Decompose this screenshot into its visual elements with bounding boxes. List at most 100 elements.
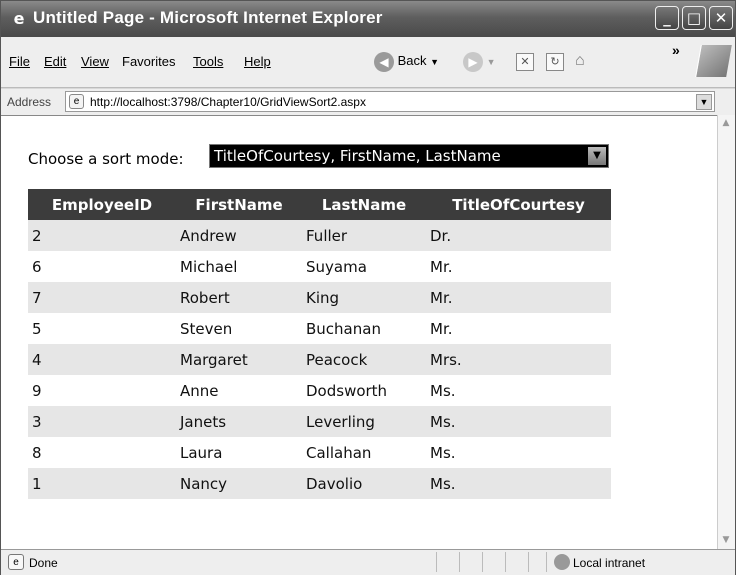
cell-title: Mr. bbox=[426, 282, 611, 313]
vertical-scrollbar[interactable]: ▲ ▼ bbox=[717, 115, 735, 549]
table-row: 7 Robert King Mr. bbox=[28, 282, 611, 313]
table-row: 5 Steven Buchanan Mr. bbox=[28, 313, 611, 344]
window-title: Untitled Page - Microsoft Internet Explo… bbox=[33, 8, 383, 27]
cell-title: Ms. bbox=[430, 443, 456, 462]
status-divider bbox=[528, 552, 529, 572]
cell-firstname: Laura bbox=[180, 443, 223, 462]
browser-window: e Untitled Page - Microsoft Internet Exp… bbox=[0, 0, 736, 575]
cell-title: Dr. bbox=[426, 220, 611, 251]
minimize-button[interactable]: _ bbox=[655, 6, 679, 30]
cell-lastname: Leverling bbox=[302, 406, 426, 437]
table-row: 8 Laura Callahan Ms. bbox=[28, 437, 611, 468]
toolbar-more-button[interactable]: » bbox=[672, 42, 680, 58]
page-content: Choose a sort mode: TitleOfCourtesy, Fir… bbox=[1, 115, 718, 550]
refresh-button[interactable]: ↻ bbox=[546, 48, 564, 74]
status-divider bbox=[546, 552, 547, 572]
grid-header-row: EmployeeID FirstName LastName TitleOfCou… bbox=[28, 189, 611, 220]
cell-firstname: Margaret bbox=[176, 344, 302, 375]
cell-title: Mr. bbox=[430, 257, 453, 276]
cell-lastname: Callahan bbox=[306, 443, 372, 462]
intranet-zone-icon bbox=[554, 554, 570, 570]
home-button[interactable]: ⌂ bbox=[575, 48, 585, 74]
address-url: http://localhost:3798/Chapter10/GridView… bbox=[90, 95, 366, 109]
sort-mode-select[interactable]: TitleOfCourtesy, FirstName, LastName ▼ bbox=[209, 144, 609, 168]
status-divider bbox=[459, 552, 460, 572]
employee-grid: EmployeeID FirstName LastName TitleOfCou… bbox=[28, 189, 611, 499]
address-dropdown-icon[interactable]: ▼ bbox=[696, 94, 712, 110]
cell-firstname: Robert bbox=[176, 282, 302, 313]
forward-button[interactable]: ▶ ▼ bbox=[463, 48, 496, 74]
column-header-lastname[interactable]: LastName bbox=[302, 189, 426, 220]
cell-title: Ms. bbox=[430, 381, 456, 400]
close-button[interactable]: ✕ bbox=[709, 6, 733, 30]
cell-lastname: Suyama bbox=[306, 257, 367, 276]
cell-title: Ms. bbox=[426, 406, 611, 437]
cell-firstname: Janets bbox=[176, 406, 302, 437]
menu-view[interactable]: View bbox=[81, 54, 109, 69]
cell-title: Mrs. bbox=[426, 344, 611, 375]
cell-firstname: Michael bbox=[180, 257, 238, 276]
cell-lastname: Buchanan bbox=[306, 319, 381, 338]
cell-title: Mr. bbox=[430, 319, 453, 338]
ie-logo-icon: e bbox=[13, 9, 25, 28]
cell-lastname: Peacock bbox=[302, 344, 426, 375]
page-done-icon: e bbox=[8, 554, 24, 570]
back-arrow-icon: ◀ bbox=[374, 51, 394, 72]
address-input[interactable]: e http://localhost:3798/Chapter10/GridVi… bbox=[65, 91, 715, 112]
cell-employeeid: 4 bbox=[28, 344, 176, 375]
status-text: Done bbox=[29, 556, 58, 570]
table-row: 1 Nancy Davolio Ms. bbox=[28, 468, 611, 499]
column-header-titleofcourtesy[interactable]: TitleOfCourtesy bbox=[426, 189, 611, 220]
back-button[interactable]: ◀ Back ▼ bbox=[374, 48, 439, 74]
page-icon: e bbox=[69, 94, 84, 109]
cell-employeeid: 2 bbox=[28, 220, 176, 251]
cell-title: Ms. bbox=[426, 468, 611, 499]
cell-firstname: Andrew bbox=[176, 220, 302, 251]
scroll-down-icon[interactable]: ▼ bbox=[718, 532, 734, 549]
cell-firstname: Steven bbox=[180, 319, 233, 338]
scroll-up-icon[interactable]: ▲ bbox=[718, 115, 734, 132]
cell-employeeid: 1 bbox=[28, 468, 176, 499]
cell-employeeid: 8 bbox=[32, 443, 42, 462]
sort-mode-value: TitleOfCourtesy, FirstName, LastName bbox=[214, 147, 501, 165]
cell-lastname: Davolio bbox=[302, 468, 426, 499]
menu-edit[interactable]: Edit bbox=[44, 54, 66, 69]
cell-lastname: Dodsworth bbox=[306, 381, 388, 400]
status-bar: e Done Local intranet bbox=[1, 549, 735, 575]
address-bar: Address e http://localhost:3798/Chapter1… bbox=[1, 89, 735, 116]
cell-lastname: King bbox=[302, 282, 426, 313]
table-row: 2 Andrew Fuller Dr. bbox=[28, 220, 611, 251]
chevron-down-icon[interactable]: ▼ bbox=[588, 147, 606, 165]
menu-file[interactable]: File bbox=[9, 54, 30, 69]
status-divider bbox=[482, 552, 483, 572]
menu-help[interactable]: Help bbox=[244, 54, 271, 69]
stop-button[interactable]: ✕ bbox=[516, 48, 534, 74]
sort-mode-label: Choose a sort mode: bbox=[28, 150, 184, 168]
security-zone-label: Local intranet bbox=[573, 556, 646, 570]
column-header-firstname[interactable]: FirstName bbox=[176, 189, 302, 220]
forward-arrow-icon: ▶ bbox=[463, 51, 483, 72]
cell-firstname: Anne bbox=[180, 381, 219, 400]
status-divider bbox=[505, 552, 506, 572]
cell-employeeid: 3 bbox=[28, 406, 176, 437]
cell-employeeid: 5 bbox=[32, 319, 42, 338]
cell-employeeid: 6 bbox=[32, 257, 42, 276]
title-bar: e Untitled Page - Microsoft Internet Exp… bbox=[1, 1, 735, 37]
cell-employeeid: 9 bbox=[32, 381, 42, 400]
forward-dropdown-icon: ▼ bbox=[486, 57, 496, 67]
cell-firstname: Nancy bbox=[176, 468, 302, 499]
back-dropdown-icon: ▼ bbox=[430, 57, 440, 67]
table-row: 6 Michael Suyama Mr. bbox=[28, 251, 611, 282]
stop-icon: ✕ bbox=[516, 52, 534, 71]
table-row: 3 Janets Leverling Ms. bbox=[28, 406, 611, 437]
menu-favorites[interactable]: Favorites bbox=[122, 54, 175, 69]
menu-tools[interactable]: Tools bbox=[193, 54, 223, 69]
table-row: 9 Anne Dodsworth Ms. bbox=[28, 375, 611, 406]
home-icon: ⌂ bbox=[575, 52, 585, 69]
maximize-button[interactable]: □ bbox=[682, 6, 706, 30]
column-header-employeeid[interactable]: EmployeeID bbox=[28, 189, 176, 220]
menu-bar: File Edit View Favorites Tools Help ◀ Ba… bbox=[1, 37, 735, 88]
table-row: 4 Margaret Peacock Mrs. bbox=[28, 344, 611, 375]
address-label: Address bbox=[7, 95, 52, 109]
cell-lastname: Fuller bbox=[302, 220, 426, 251]
